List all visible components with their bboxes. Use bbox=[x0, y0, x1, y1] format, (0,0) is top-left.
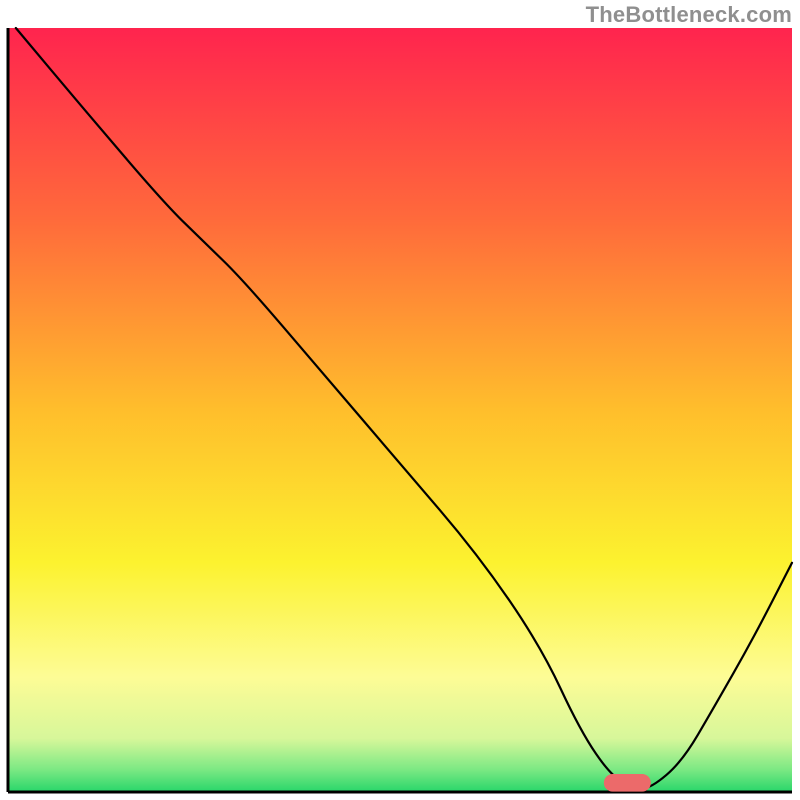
bottleneck-chart: TheBottleneck.com bbox=[0, 0, 800, 800]
optimum-range-marker bbox=[604, 774, 651, 792]
chart-svg bbox=[0, 0, 800, 800]
watermark-text: TheBottleneck.com bbox=[586, 2, 792, 28]
plot-background bbox=[8, 28, 792, 792]
